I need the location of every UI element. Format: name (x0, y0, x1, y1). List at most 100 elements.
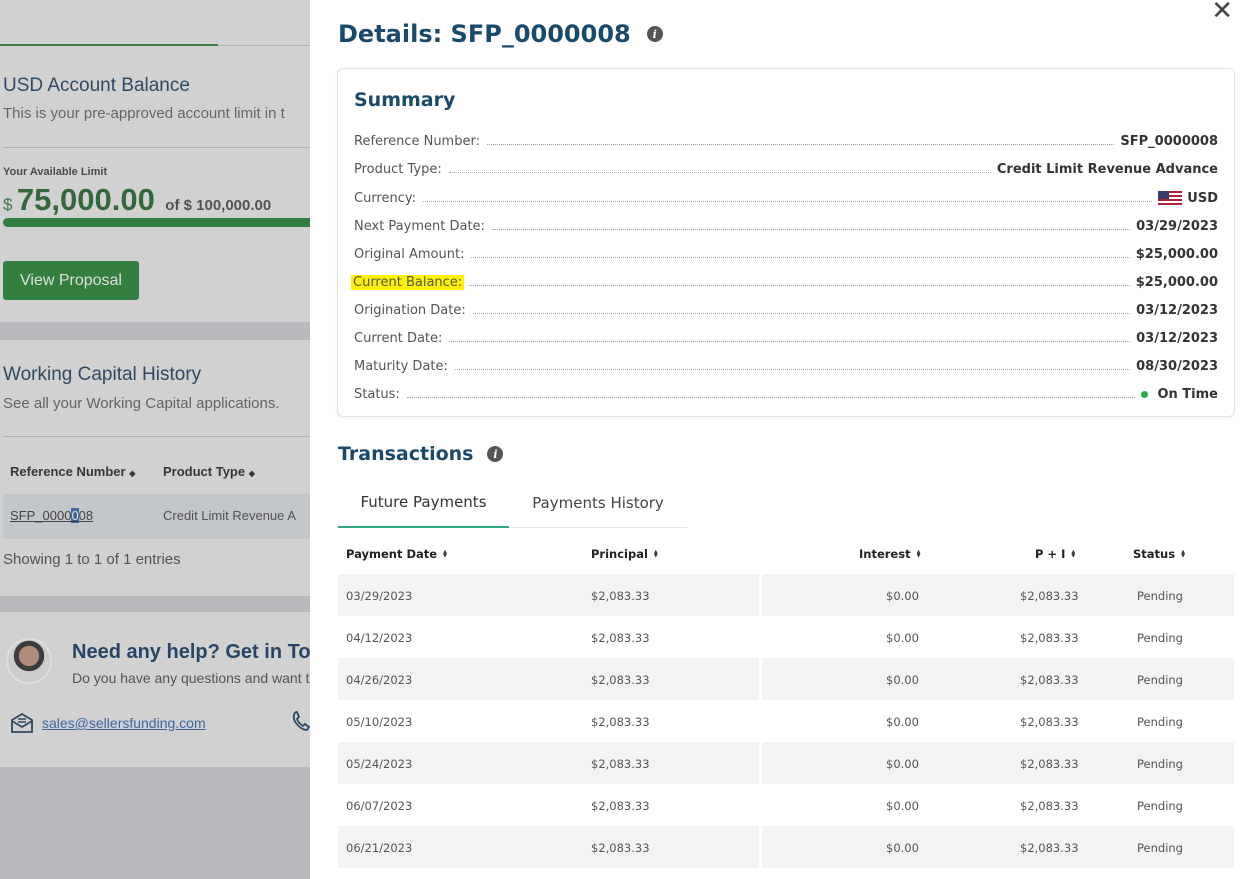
reference-text: SFP_0000 (10, 508, 72, 523)
reference-link[interactable]: SFP_0000008 (10, 508, 93, 523)
info-icon[interactable]: i (487, 446, 504, 462)
column-reference-number[interactable]: Reference Number ◆ (10, 464, 135, 479)
info-icon[interactable]: i (646, 26, 663, 42)
status-text: On Time (1157, 387, 1218, 402)
account-balance-subtitle: This is your pre-approved account limit … (3, 105, 285, 122)
summary-row-reference-number: Reference Number: SFP_0000008 (354, 129, 1218, 149)
table-row: 03/29/2023 $2,083.33 $0.00 $2,083.33 Pen… (338, 574, 1234, 616)
p-plus-i-cell: $2,083.33 (1020, 589, 1079, 603)
column-gap (759, 574, 762, 616)
transactions-title-text: Transactions (338, 443, 474, 465)
account-balance-card: USD Account Balance This is your pre-app… (0, 0, 310, 322)
summary-value: On Time (1135, 387, 1218, 402)
table-row: 05/10/2023 $2,083.33 $0.00 $2,083.33 Pen… (338, 700, 1234, 742)
available-limit-amount: $ 75,000.00 of $ 100,000.00 (3, 182, 271, 218)
details-drawer: ✕ Details: SFP_0000008 i Summary Referen… (310, 0, 1247, 879)
payment-date-cell: 04/26/2023 (346, 673, 413, 687)
status-cell: Pending (1137, 673, 1183, 687)
divider (3, 436, 310, 437)
summary-label: Reference Number: (354, 134, 480, 149)
summary-row-currency: Currency: USD (354, 186, 1218, 206)
column-p-plus-i[interactable]: P + I ▲ ▼ (1035, 547, 1075, 561)
view-proposal-button[interactable]: View Proposal (3, 261, 139, 300)
dotted-leader (469, 285, 1130, 286)
column-label: P + I (1035, 547, 1066, 561)
column-product-type[interactable]: Product Type ◆ (163, 464, 255, 479)
summary-label: Current Date: (354, 331, 443, 346)
phone-icon (292, 711, 310, 731)
column-label: Status (1133, 547, 1176, 561)
principal-cell: $2,083.33 (591, 715, 650, 729)
summary-label: Next Payment Date: (354, 219, 485, 234)
us-flag-icon (1158, 191, 1183, 206)
summary-row-current-date: Current Date: 03/12/2023 (354, 326, 1218, 346)
sort-icon: ▲ ▼ (443, 549, 447, 559)
table-row: 06/07/2023 $2,083.33 $0.00 $2,083.33 Pen… (338, 784, 1234, 826)
sort-icon: ▲ ▼ (1181, 549, 1185, 559)
summary-label-highlighted: Current Balance: (351, 275, 465, 290)
dotted-leader (486, 144, 1115, 145)
column-interest[interactable]: Interest ▲ ▼ (859, 547, 920, 561)
sort-icon: ▲ ▼ (653, 549, 658, 559)
summary-value: $25,000.00 (1135, 247, 1218, 262)
section-gap (0, 322, 310, 340)
p-plus-i-cell: $2,083.33 (1020, 757, 1079, 771)
principal-cell: $2,083.33 (591, 757, 650, 771)
summary-label: Status: (354, 387, 400, 402)
table-row: 04/12/2023 $2,083.33 $0.00 $2,083.33 Pen… (338, 616, 1234, 658)
limit-total: of $ 100,000.00 (165, 197, 272, 214)
email-link[interactable]: sales@sellersfunding.com (42, 715, 206, 731)
interest-cell: $0.00 (886, 841, 919, 855)
status-cell: Pending (1137, 757, 1183, 771)
column-label: Reference Number (10, 464, 126, 479)
tab-payments-history[interactable]: Payments History (509, 478, 687, 528)
divider (3, 147, 310, 148)
payment-date-cell: 06/07/2023 (346, 799, 413, 813)
summary-row-current-balance: Current Balance: $25,000.00 (351, 270, 1218, 290)
summary-row-original-amount: Original Amount: $25,000.00 (354, 242, 1218, 262)
summary-value: USD (1152, 191, 1218, 206)
interest-cell: $0.00 (886, 799, 919, 813)
account-balance-title: USD Account Balance (3, 75, 190, 96)
page-footer-area (0, 767, 310, 879)
available-amount: 75,000.00 (16, 182, 155, 217)
payment-date-cell: 05/10/2023 (346, 715, 413, 729)
tab-future-payments[interactable]: Future Payments (338, 478, 509, 528)
summary-label: Origination Date: (354, 303, 466, 318)
help-subtitle: Do you have any questions and want t (72, 670, 310, 686)
summary-label: Original Amount: (354, 247, 465, 262)
table-header: Payment Date ▲ ▼ Principal ▲ ▼ Interest ▲ ▼ P … (338, 533, 1234, 574)
column-status[interactable]: Status ▲ ▼ (1133, 547, 1185, 561)
principal-cell: $2,083.33 (591, 673, 650, 687)
history-title: Working Capital History (3, 364, 202, 385)
summary-label: Currency: (354, 191, 417, 206)
column-label: Product Type (163, 464, 246, 479)
dotted-leader (471, 257, 1130, 258)
p-plus-i-cell: $2,083.33 (1020, 631, 1079, 645)
payment-date-cell: 05/24/2023 (346, 757, 413, 771)
interest-cell: $0.00 (886, 715, 919, 729)
summary-row-product-type: Product Type: Credit Limit Revenue Advanc… (354, 157, 1218, 177)
payment-date-cell: 06/21/2023 (346, 841, 413, 855)
column-gap (759, 658, 762, 700)
column-principal[interactable]: Principal ▲ ▼ (591, 547, 658, 561)
summary-card: Summary Reference Number: SFP_0000008 Pro… (337, 68, 1235, 417)
principal-cell: $2,083.33 (591, 841, 650, 855)
column-payment-date[interactable]: Payment Date ▲ ▼ (346, 547, 447, 561)
text-selection: 0 (71, 508, 79, 523)
drawer-title-text: Details: SFP_0000008 (338, 20, 631, 48)
currency-code: USD (1187, 191, 1218, 206)
summary-value: Credit Limit Revenue Advance (996, 162, 1218, 177)
dotted-leader (491, 229, 1131, 230)
status-dot-icon (1141, 391, 1149, 398)
available-limit-label: Your Available Limit (3, 166, 108, 178)
sort-icon: ▲ ▼ (1071, 549, 1076, 559)
p-plus-i-cell: $2,083.33 (1020, 715, 1079, 729)
close-icon[interactable]: ✕ (1211, 0, 1233, 24)
column-label: Payment Date (346, 547, 438, 561)
drawer-title: Details: SFP_0000008 i (338, 20, 663, 48)
summary-row-status: Status: On Time (354, 382, 1218, 402)
column-label: Principal (591, 547, 648, 561)
status-cell: Pending (1137, 841, 1183, 855)
sort-icon: ◆ (248, 469, 255, 478)
